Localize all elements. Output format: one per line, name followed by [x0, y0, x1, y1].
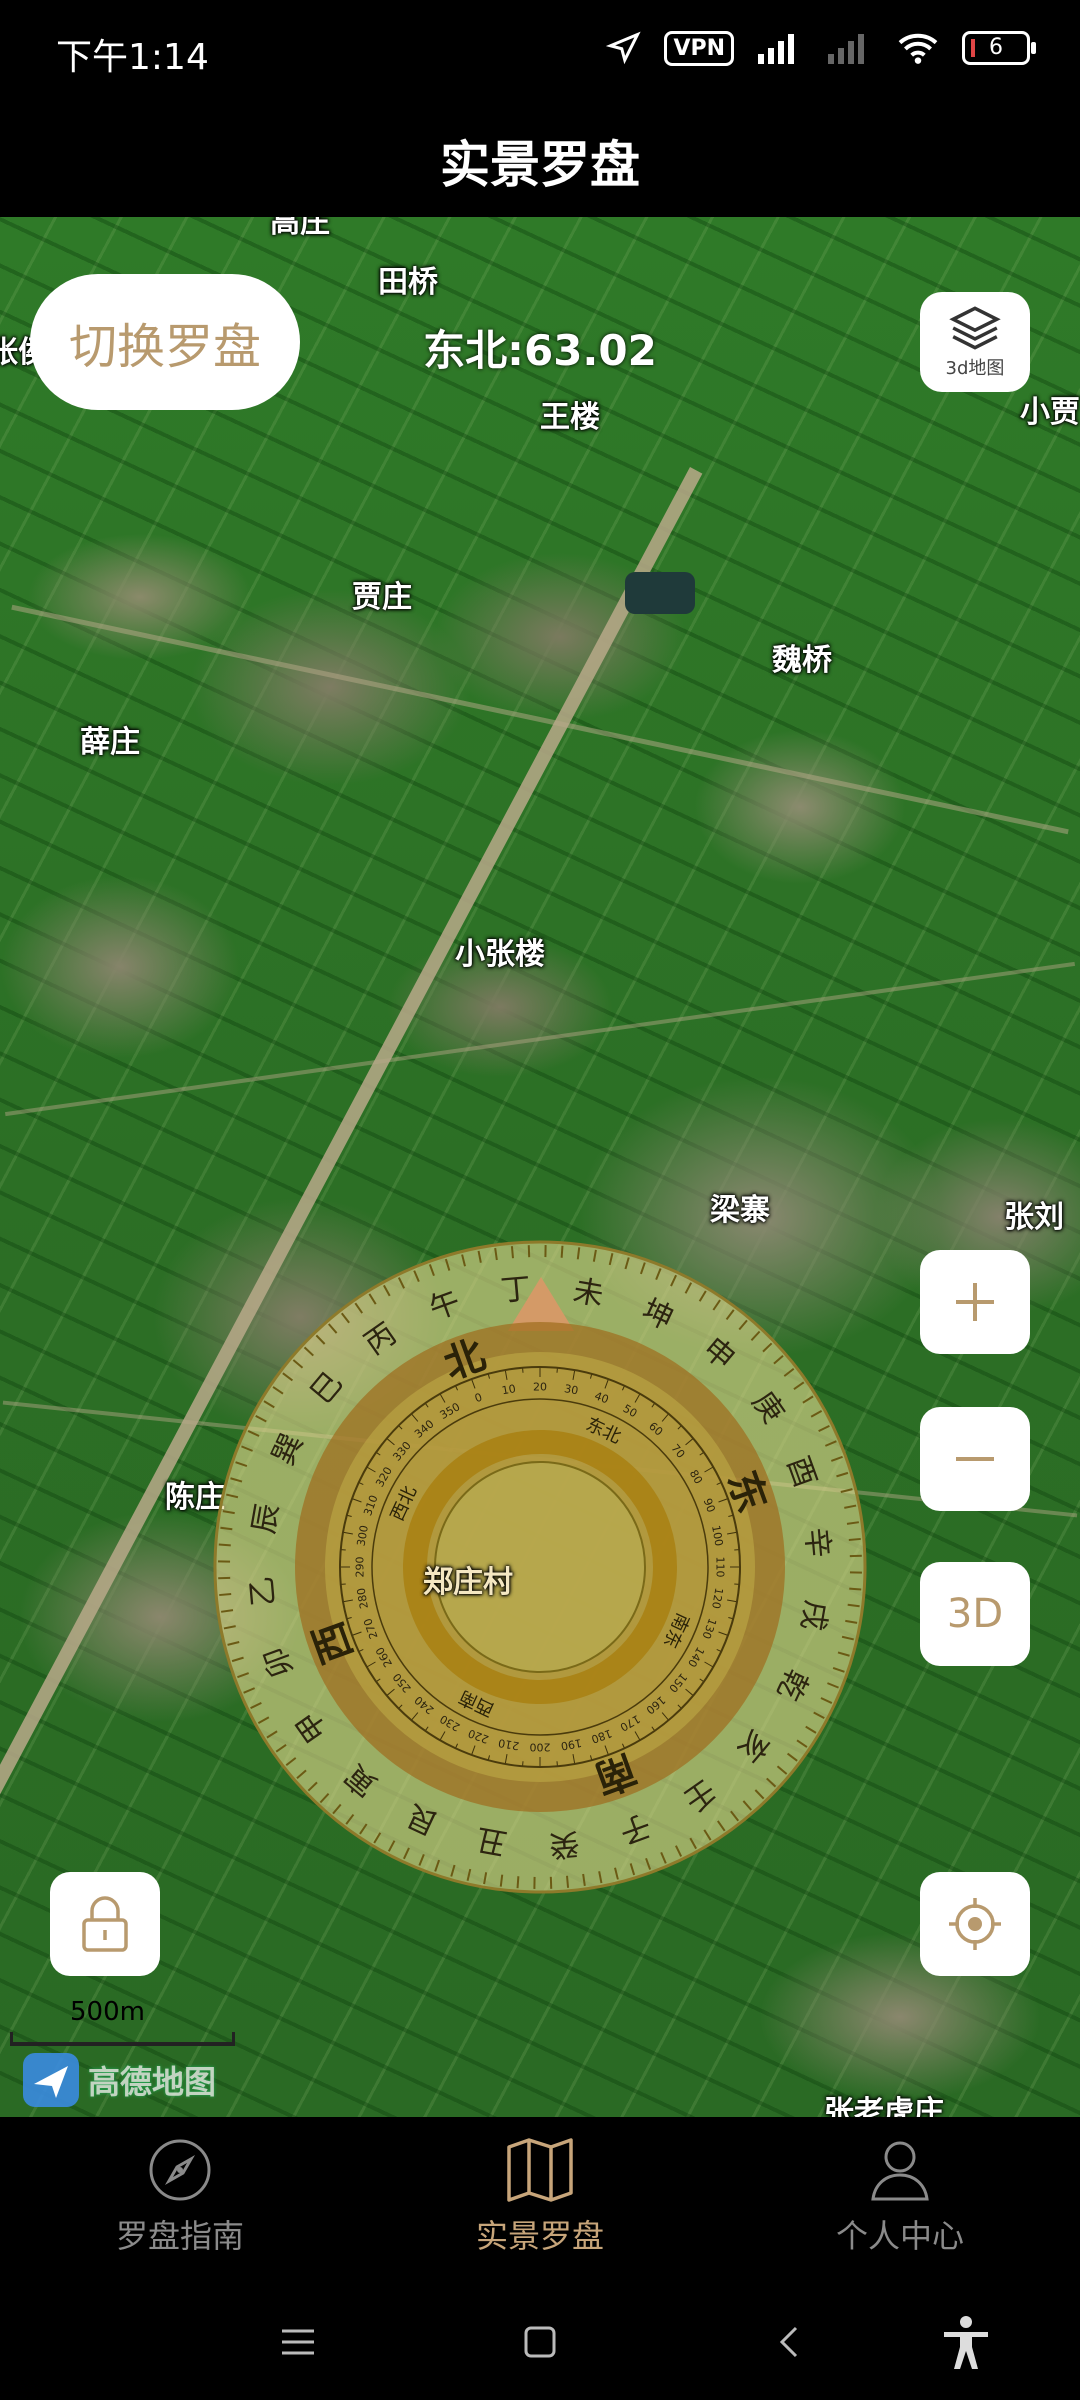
- scale-bar: [10, 2032, 235, 2046]
- three-d-button[interactable]: 3D: [920, 1562, 1030, 1666]
- compass-mountain-label: 未: [570, 1273, 606, 1313]
- degree-label: 30: [563, 1382, 579, 1397]
- degree-label: 10: [501, 1382, 517, 1397]
- map-road: [4, 961, 1076, 1117]
- nav-label: 罗盘指南: [115, 2217, 244, 2255]
- battery-level: 6: [989, 35, 1003, 60]
- compass-mountain-label: 辛: [798, 1526, 835, 1559]
- amap-logo-icon: [23, 2053, 79, 2107]
- map-provider-logo: 高德地图: [22, 2052, 216, 2108]
- compass-icon: [149, 2139, 211, 2201]
- degree-label: 200: [530, 1741, 551, 1754]
- back-icon[interactable]: [770, 2322, 810, 2362]
- accessibility-icon[interactable]: [940, 2315, 992, 2371]
- compass-mountain-label: 戌: [794, 1597, 834, 1633]
- status-bar: 下午1:14 VPN 6: [0, 0, 1080, 105]
- plus-icon: [956, 1283, 994, 1321]
- battery-indicator: 6: [962, 31, 1036, 65]
- crosshair-icon: [949, 1898, 1001, 1950]
- locate-button[interactable]: [920, 1872, 1030, 1976]
- place-label: 高庄: [270, 217, 330, 240]
- status-time: 下午1:14: [56, 37, 209, 78]
- signal-empty-icon: [828, 34, 864, 64]
- home-icon[interactable]: [520, 2322, 560, 2362]
- map-road: [11, 604, 1069, 835]
- degree-label: 20: [533, 1381, 547, 1394]
- bottom-navigation: 罗盘指南 实景罗盘 个人中心: [0, 2117, 1080, 2287]
- compass-mountain-label: 辰: [246, 1501, 286, 1537]
- place-label: 薛庄: [80, 725, 140, 760]
- compass-rose[interactable]: 午丁未坤申庚酉辛戌乾亥壬子癸丑艮寅甲卯乙辰巽巳丙 010 20 30 40506070…: [210, 1237, 870, 1897]
- vpn-badge: VPN: [664, 30, 734, 66]
- nav-label: 实景罗盘: [475, 2217, 604, 2255]
- compass-mountain-label: 乙: [244, 1575, 281, 1608]
- degree-label: 110: [714, 1557, 727, 1578]
- switch-compass-button[interactable]: 切换罗盘: [30, 274, 300, 410]
- page-title: 实景罗盘: [440, 136, 640, 194]
- lock-icon: [82, 1896, 128, 1952]
- map-icon: [507, 2138, 573, 2202]
- lock-button[interactable]: [50, 1872, 160, 1976]
- place-label: 梁寨: [710, 1193, 770, 1228]
- wifi-icon: [898, 33, 938, 64]
- compass-mountain-label: 癸: [548, 1825, 581, 1862]
- place-label: 小贾: [1020, 395, 1080, 430]
- app-header: 实景罗盘: [0, 105, 1080, 217]
- scale-label: 500m: [70, 1997, 145, 2027]
- place-label: 贾庄: [352, 580, 412, 615]
- place-label: 张老虎庄: [824, 2095, 944, 2117]
- person-icon: [871, 2141, 929, 2201]
- status-icons: VPN 6: [606, 30, 1036, 66]
- map-pond: [625, 572, 695, 614]
- menu-icon[interactable]: [278, 2322, 318, 2362]
- system-navigation-bar: [0, 2287, 1080, 2400]
- place-label: 王楼: [540, 400, 600, 435]
- nav-item-live-compass[interactable]: 实景罗盘: [390, 2137, 690, 2257]
- nav-label: 个人中心: [835, 2217, 964, 2255]
- zoom-in-button[interactable]: [920, 1250, 1030, 1354]
- map-provider-text: 高德地图: [88, 2063, 217, 2101]
- signal-icon: [758, 34, 794, 64]
- degree-label: 290: [354, 1557, 367, 1578]
- zoom-out-button[interactable]: [920, 1407, 1030, 1511]
- layers-icon: [949, 306, 1001, 350]
- compass-mountain-label: 丑: [474, 1821, 510, 1861]
- nav-item-compass-guide[interactable]: 罗盘指南: [30, 2137, 330, 2257]
- place-label: 田桥: [378, 265, 438, 300]
- compass-mountain-label: 丁: [499, 1271, 532, 1308]
- nav-item-profile[interactable]: 个人中心: [750, 2137, 1050, 2257]
- place-label: 魏桥: [772, 643, 832, 678]
- place-label: 张刘: [1004, 1200, 1064, 1235]
- place-label: 小张楼: [455, 937, 545, 972]
- location-arrow-icon: [606, 31, 642, 65]
- current-location-label: 郑庄村: [423, 1565, 513, 1600]
- satellite-map[interactable]: 田桥 王楼 小贾 贾庄 魏桥 薛庄 小张楼 梁寨 张刘 陈庄 张老虎庄 张侯 高…: [0, 217, 1080, 2117]
- minus-icon: [956, 1457, 994, 1461]
- map-layer-button[interactable]: 3d地图: [920, 292, 1030, 392]
- map-layer-label: 3d地图: [945, 358, 1005, 379]
